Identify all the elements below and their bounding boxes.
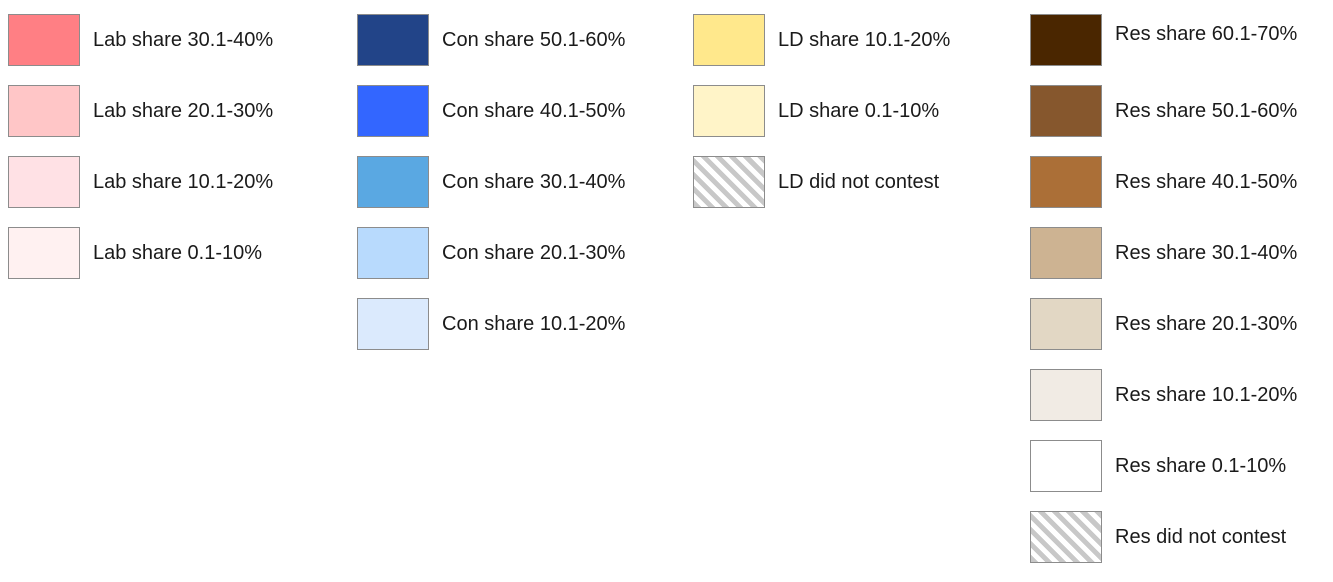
legend-swatch — [357, 298, 429, 350]
legend-swatch — [357, 85, 429, 137]
legend-label: Lab share 30.1-40% — [93, 29, 274, 51]
legend-label: Res share 0.1-10% — [1115, 455, 1287, 477]
legend-swatch — [357, 227, 429, 279]
legend-swatch — [1030, 156, 1102, 208]
legend-swatch — [8, 227, 80, 279]
legend-label: Res share 20.1-30% — [1115, 313, 1298, 335]
legend-label: Res share 10.1-20% — [1115, 384, 1298, 406]
legend-label: Con share 20.1-30% — [442, 242, 626, 264]
legend-label: Res share 60.1-70% — [1115, 23, 1298, 45]
legend-label: Con share 50.1-60% — [442, 29, 626, 51]
map-legend: Lab share 30.1-40% Lab share 20.1-30% La… — [0, 0, 1333, 567]
legend-label: Res share 50.1-60% — [1115, 100, 1298, 122]
legend-label: Lab share 20.1-30% — [93, 100, 274, 122]
legend-swatch — [693, 85, 765, 137]
legend-swatch — [1030, 440, 1102, 492]
legend-swatch — [357, 14, 429, 66]
legend-swatch — [1030, 369, 1102, 421]
legend-swatch — [693, 14, 765, 66]
legend-label: Res share 40.1-50% — [1115, 171, 1298, 193]
legend-label: Con share 40.1-50% — [442, 100, 626, 122]
legend-label: LD share 0.1-10% — [778, 100, 940, 122]
legend-label: Res did not contest — [1115, 526, 1287, 548]
legend-swatch — [1030, 85, 1102, 137]
legend-swatch — [8, 156, 80, 208]
legend-swatch — [357, 156, 429, 208]
legend-label: Res share 30.1-40% — [1115, 242, 1298, 264]
hatched-swatch — [1030, 511, 1102, 563]
legend-label: Lab share 10.1-20% — [93, 171, 274, 193]
legend-label: LD did not contest — [778, 171, 940, 193]
legend-swatch — [1030, 14, 1102, 66]
legend-swatch — [8, 85, 80, 137]
legend-swatch — [1030, 298, 1102, 350]
legend-label: LD share 10.1-20% — [778, 29, 951, 51]
hatched-swatch — [693, 156, 765, 208]
legend-label: Con share 10.1-20% — [442, 313, 626, 335]
legend-label: Con share 30.1-40% — [442, 171, 626, 193]
legend-swatch — [1030, 227, 1102, 279]
legend-label: Lab share 0.1-10% — [93, 242, 263, 264]
legend-swatch — [8, 14, 80, 66]
